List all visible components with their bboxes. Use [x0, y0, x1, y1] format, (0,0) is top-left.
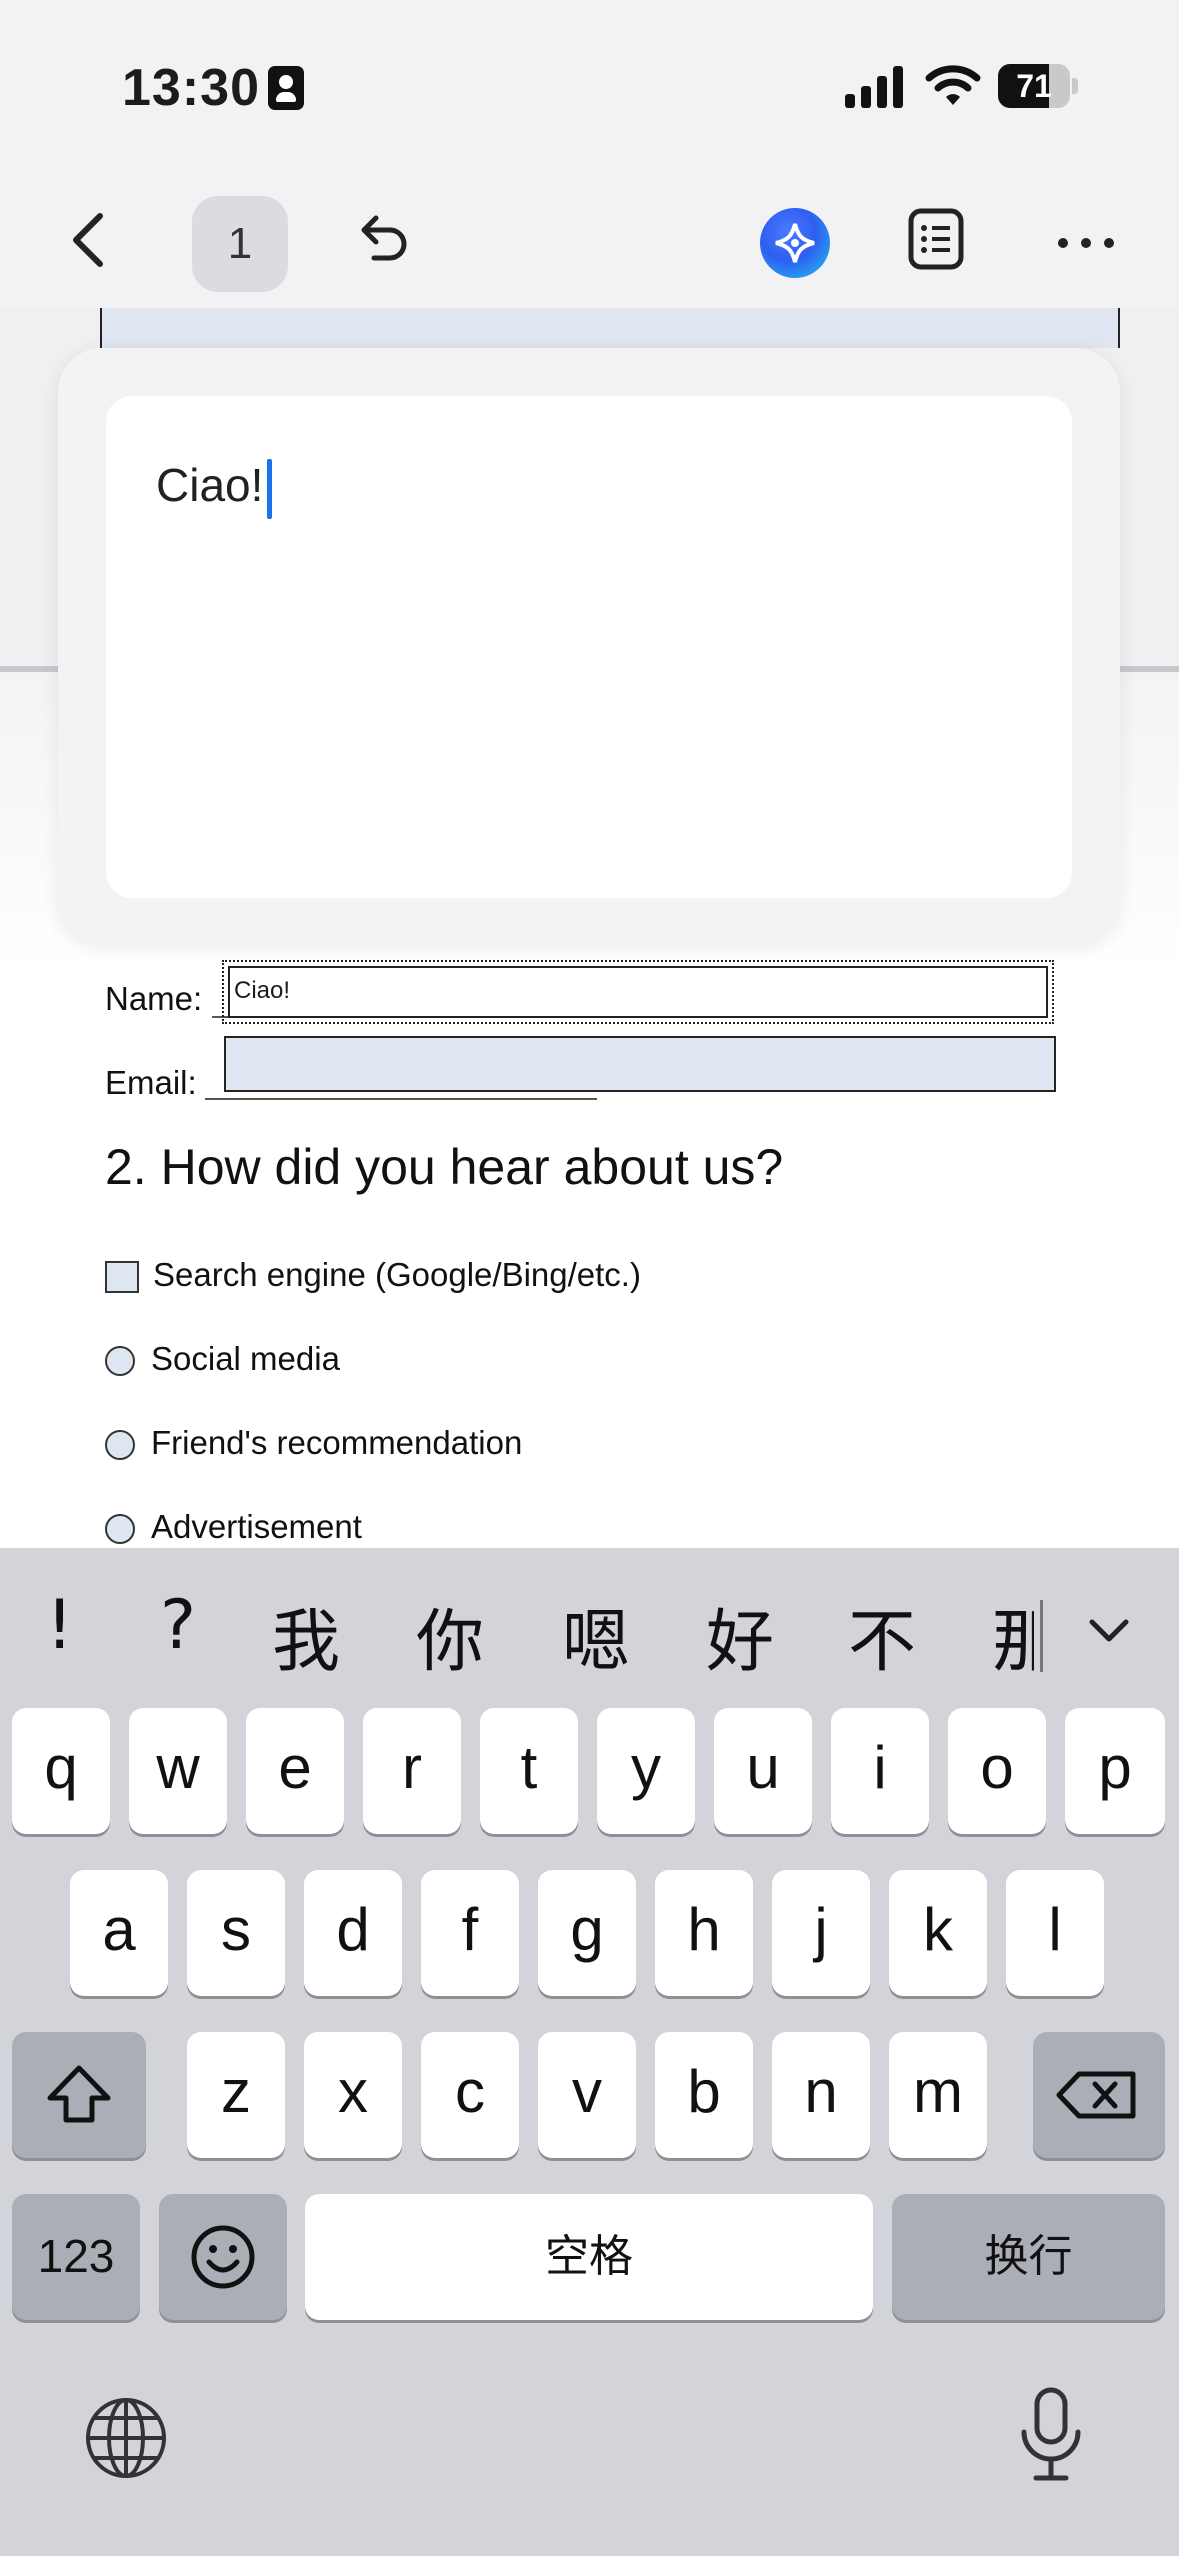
form-field-band: [100, 308, 1120, 348]
space-key[interactable]: 空格: [305, 2194, 873, 2320]
option-social-media[interactable]: Social media: [105, 1340, 340, 1378]
key-y[interactable]: y: [597, 1708, 695, 1834]
globe-icon[interactable]: [84, 2396, 168, 2480]
candidate-item[interactable]: 我: [272, 1586, 340, 1685]
chevron-down-icon[interactable]: [1086, 1608, 1132, 1654]
key-g[interactable]: g: [538, 1870, 636, 1996]
key-d[interactable]: d: [304, 1870, 402, 1996]
name-field-value: Ciao!: [228, 966, 1048, 1018]
key-e[interactable]: e: [246, 1708, 344, 1834]
id-card-icon: [268, 66, 304, 110]
key-c[interactable]: c: [421, 2032, 519, 2158]
candidate-item[interactable]: 你: [416, 1586, 484, 1685]
option-friend-recommendation[interactable]: Friend's recommendation: [105, 1424, 522, 1462]
text-cursor: [267, 458, 273, 519]
key-j[interactable]: j: [772, 1870, 870, 1996]
undo-icon[interactable]: [352, 208, 412, 268]
key-m[interactable]: m: [889, 2032, 987, 2158]
key-l[interactable]: l: [1006, 1870, 1104, 1996]
key-f[interactable]: f: [421, 1870, 519, 1996]
option-advertisement[interactable]: Advertisement: [105, 1508, 362, 1546]
list-icon[interactable]: [908, 208, 964, 270]
key-k[interactable]: k: [889, 1870, 987, 1996]
backspace-key[interactable]: [1033, 2032, 1165, 2158]
return-key[interactable]: 换行: [892, 2194, 1165, 2320]
key-w[interactable]: w: [129, 1708, 227, 1834]
radio-button-icon[interactable]: [105, 1514, 135, 1545]
key-s[interactable]: s: [187, 1870, 285, 1996]
key-u[interactable]: u: [714, 1708, 812, 1834]
key-n[interactable]: n: [772, 2032, 870, 2158]
checkbox-icon[interactable]: [105, 1261, 139, 1294]
ai-assistant-icon[interactable]: [760, 208, 830, 278]
key-q[interactable]: q: [12, 1708, 110, 1834]
back-icon[interactable]: [60, 210, 120, 270]
key-i[interactable]: i: [831, 1708, 929, 1834]
key-x[interactable]: x: [304, 2032, 402, 2158]
candidate-item[interactable]: 好: [706, 1586, 774, 1685]
key-r[interactable]: r: [363, 1708, 461, 1834]
key-a[interactable]: a: [70, 1870, 168, 1996]
candidate-item[interactable]: ?: [160, 1586, 196, 1665]
cellular-signal-icon: [845, 64, 905, 108]
email-label: Email:: [105, 1064, 197, 1101]
more-icon[interactable]: [1056, 236, 1116, 250]
keyboard: ! ? 我 你 嗯 好 不 那 q w e r t y u i o p a s …: [0, 1548, 1179, 2556]
key-b[interactable]: b: [655, 2032, 753, 2158]
key-p[interactable]: p: [1065, 1708, 1165, 1834]
name-label: Name:: [105, 980, 203, 1017]
email-field[interactable]: [224, 1036, 1056, 1092]
question-heading: 2. How did you hear about us?: [105, 1139, 784, 1195]
name-field[interactable]: Ciao!: [222, 960, 1054, 1024]
candidate-item[interactable]: 嗯: [562, 1586, 630, 1685]
shift-key[interactable]: [12, 2032, 146, 2158]
radio-button-icon[interactable]: [105, 1430, 135, 1461]
battery-level: 71: [1016, 68, 1052, 104]
option-search-engine[interactable]: Search engine (Google/Bing/etc.): [105, 1256, 641, 1294]
wifi-icon: [925, 65, 981, 105]
radio-button-icon[interactable]: [105, 1346, 135, 1377]
emoji-key[interactable]: [159, 2194, 287, 2320]
status-bar: 13:30 71: [0, 0, 1179, 150]
text-edit-popup: Ciao!: [58, 348, 1120, 946]
emoji-icon: [191, 2225, 255, 2289]
microphone-icon[interactable]: [1018, 2386, 1084, 2484]
text-edit-value: Ciao!: [156, 459, 264, 511]
numbers-key[interactable]: 123: [12, 2194, 140, 2320]
candidate-item[interactable]: 那: [992, 1586, 1034, 1685]
key-z[interactable]: z: [187, 2032, 285, 2158]
document-toolbar: 1: [0, 150, 1179, 309]
candidate-bar: ! ? 我 你 嗯 好 不 那: [0, 1548, 1179, 1708]
text-edit-field[interactable]: Ciao!: [106, 396, 1072, 898]
candidate-item[interactable]: 不: [848, 1586, 916, 1685]
battery-icon: 71: [998, 64, 1078, 108]
backspace-icon: [1056, 2071, 1136, 2119]
page-number-button[interactable]: 1: [192, 196, 288, 292]
status-time: 13:30: [122, 59, 260, 117]
key-o[interactable]: o: [948, 1708, 1046, 1834]
key-v[interactable]: v: [538, 2032, 636, 2158]
key-t[interactable]: t: [480, 1708, 578, 1834]
shift-icon: [47, 2065, 111, 2123]
key-h[interactable]: h: [655, 1870, 753, 1996]
candidate-item[interactable]: !: [46, 1586, 73, 1665]
